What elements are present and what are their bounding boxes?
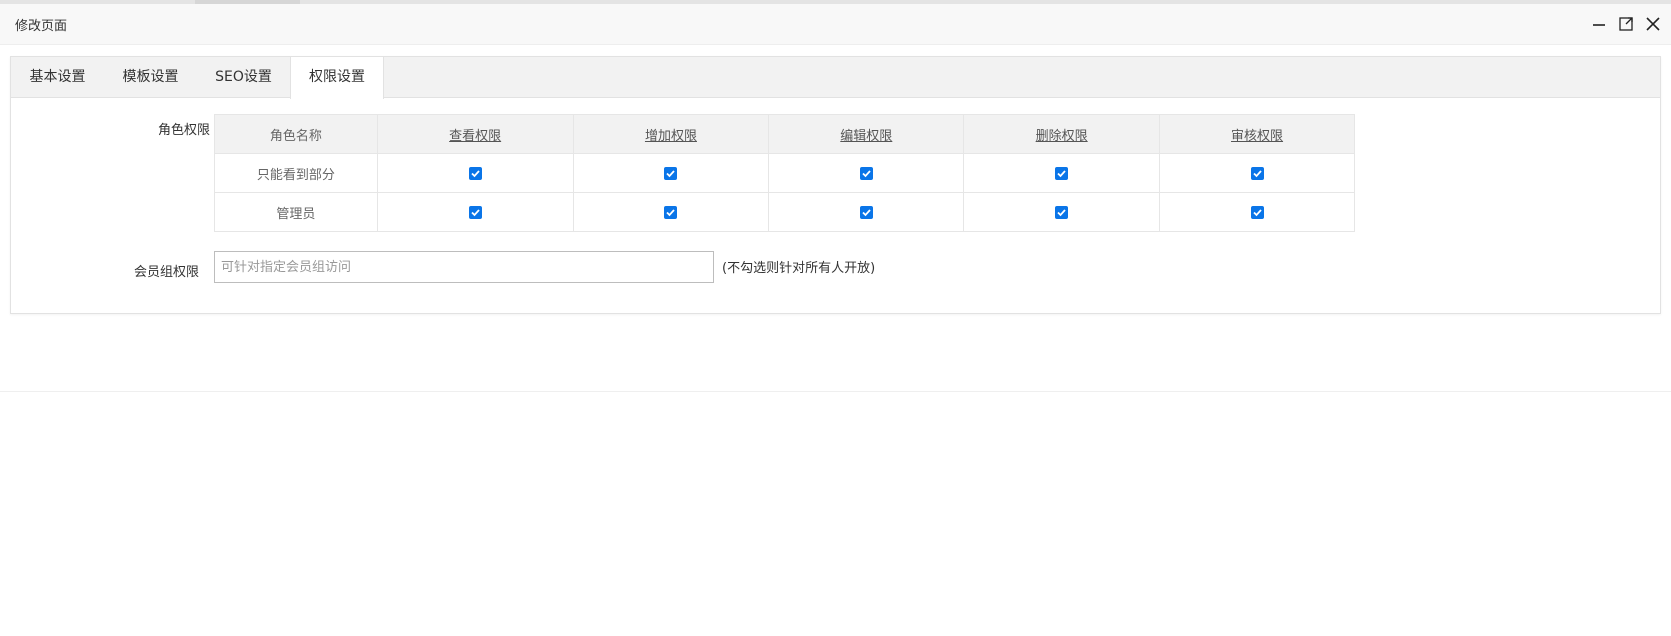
view-cell <box>376 153 574 193</box>
column-header-view: 查看权限 <box>376 114 574 154</box>
review-cell <box>1159 192 1355 232</box>
review-cell <box>1159 153 1355 193</box>
view-cell <box>376 192 574 232</box>
maximize-icon[interactable] <box>1617 15 1635 33</box>
delete-permission-checkbox[interactable] <box>1055 166 1069 180</box>
table-row: 管理员 <box>214 192 1355 232</box>
window-titlebar: 修改页面 <box>0 4 1671 45</box>
member-group-label: 会员组权限 <box>133 265 199 280</box>
view-permission-checkbox[interactable] <box>468 205 482 219</box>
table-header-row: 角色名称 查看权限 增加权限 编辑权限 删除权限 审核权限 <box>214 114 1355 154</box>
role-name-cell: 只能看到部分 <box>214 153 378 193</box>
member-group-input[interactable] <box>214 251 714 283</box>
close-icon[interactable] <box>1644 15 1662 33</box>
edit-cell <box>768 153 965 193</box>
delete-cell <box>963 192 1161 232</box>
role-name-cell: 管理员 <box>214 192 378 232</box>
add-permission-checkbox[interactable] <box>664 205 678 219</box>
tab-bar: 基本设置 模板设置 SEO设置 权限设置 <box>11 57 1660 99</box>
column-header-add: 增加权限 <box>572 114 770 154</box>
tab-permission-settings[interactable]: 权限设置 <box>290 57 384 99</box>
select-all-delete-link[interactable]: 删除权限 <box>1036 129 1088 144</box>
select-all-view-link[interactable]: 查看权限 <box>449 129 501 144</box>
delete-cell <box>963 153 1161 193</box>
edit-permission-checkbox[interactable] <box>859 166 873 180</box>
tab-label: 权限设置 <box>309 69 365 85</box>
add-permission-checkbox[interactable] <box>664 166 678 180</box>
edit-cell <box>768 192 965 232</box>
select-all-review-link[interactable]: 审核权限 <box>1231 129 1283 144</box>
minimize-icon[interactable] <box>1590 15 1608 33</box>
role-permissions-label: 角色权限 <box>157 123 210 138</box>
window-title: 修改页面 <box>15 19 68 34</box>
edit-permission-checkbox[interactable] <box>859 205 873 219</box>
tab-label: SEO设置 <box>215 69 272 85</box>
column-header-edit: 编辑权限 <box>768 114 965 154</box>
column-header-delete: 删除权限 <box>963 114 1161 154</box>
tab-basic-settings[interactable]: 基本设置 <box>11 57 104 98</box>
role-permission-table: 角色名称 查看权限 增加权限 编辑权限 删除权限 审核权限 只能看到部分 管理员 <box>214 114 1355 232</box>
column-header-role-name: 角色名称 <box>214 114 378 154</box>
view-permission-checkbox[interactable] <box>468 166 482 180</box>
tab-label: 模板设置 <box>122 69 179 85</box>
tab-template-settings[interactable]: 模板设置 <box>104 57 197 98</box>
member-group-hint: (不勾选则针对所有人开放) <box>722 261 876 276</box>
delete-permission-checkbox[interactable] <box>1055 205 1069 219</box>
column-header-review: 审核权限 <box>1159 114 1355 154</box>
table-row: 只能看到部分 <box>214 153 1355 193</box>
add-cell <box>572 192 770 232</box>
bottom-divider <box>0 391 1671 392</box>
select-all-add-link[interactable]: 增加权限 <box>645 129 697 144</box>
tab-label: 基本设置 <box>29 69 86 85</box>
review-permission-checkbox[interactable] <box>1250 205 1264 219</box>
add-cell <box>572 153 770 193</box>
select-all-edit-link[interactable]: 编辑权限 <box>840 129 892 144</box>
tab-seo-settings[interactable]: SEO设置 <box>197 57 290 98</box>
review-permission-checkbox[interactable] <box>1250 166 1264 180</box>
